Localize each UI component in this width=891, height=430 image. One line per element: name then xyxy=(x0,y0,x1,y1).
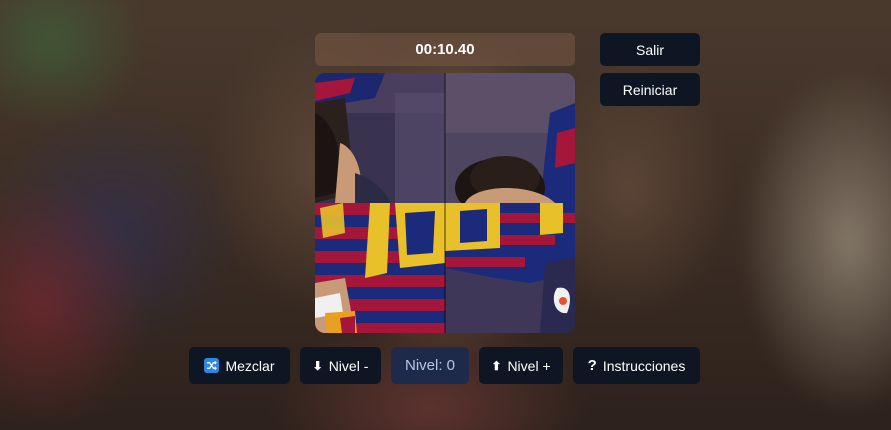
game-screen: 00:10.40 Salir Reiniciar Mezclar ⬇ Nivel… xyxy=(0,0,891,430)
level-up-button[interactable]: ⬆ Nivel + xyxy=(479,347,563,384)
puzzle-tile-bottom-left[interactable] xyxy=(315,203,445,333)
shuffle-button[interactable]: Mezclar xyxy=(189,347,290,384)
restart-button[interactable]: Reiniciar xyxy=(600,73,700,106)
shuffle-button-label: Mezclar xyxy=(225,357,275,374)
timer-display: 00:10.40 xyxy=(315,33,575,66)
tile-image xyxy=(315,203,445,333)
level-down-button[interactable]: ⬇ Nivel - xyxy=(300,347,381,384)
instructions-button[interactable]: ? Instrucciones xyxy=(573,347,700,384)
tile-image xyxy=(445,73,575,203)
restart-button-label: Reiniciar xyxy=(622,81,678,98)
instructions-label: Instrucciones xyxy=(602,357,686,374)
arrow-up-icon: ⬆ xyxy=(491,358,502,373)
puzzle-tile-top-left[interactable] xyxy=(315,73,445,203)
level-up-label: Nivel + xyxy=(507,357,551,374)
puzzle-tile-bottom-right[interactable] xyxy=(445,203,575,333)
puzzle-tile-top-right[interactable] xyxy=(445,73,575,203)
exit-button-label: Salir xyxy=(635,41,664,58)
tile-image xyxy=(445,203,575,333)
shuffle-icon xyxy=(204,358,220,373)
level-display: Nivel: 0 xyxy=(391,347,469,384)
exit-button[interactable]: Salir xyxy=(600,33,700,66)
tile-seam xyxy=(444,73,446,333)
arrow-down-icon: ⬇ xyxy=(312,358,323,373)
level-display-text: Nivel: 0 xyxy=(404,357,456,374)
tile-image xyxy=(315,73,445,203)
question-icon: ? xyxy=(587,357,597,374)
level-down-label: Nivel - xyxy=(328,357,369,374)
puzzle-board xyxy=(315,73,575,333)
timer-text: 00:10.40 xyxy=(415,41,475,58)
